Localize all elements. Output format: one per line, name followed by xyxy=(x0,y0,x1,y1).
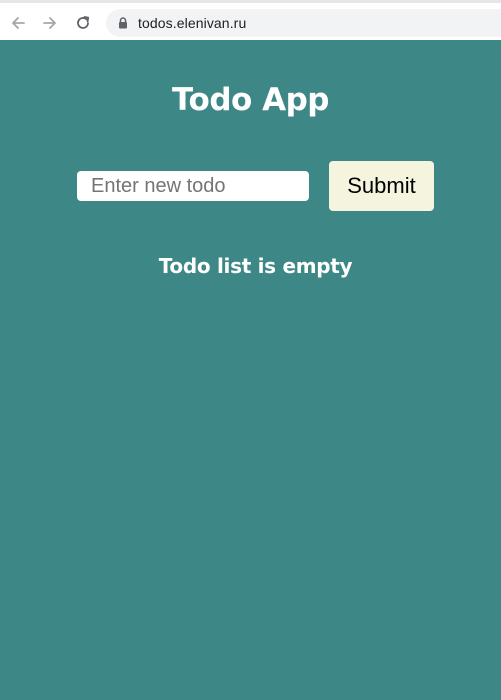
back-button[interactable] xyxy=(7,12,29,34)
arrow-right-icon xyxy=(43,17,56,29)
reload-button[interactable] xyxy=(72,12,94,34)
address-url: todos.elenivan.ru xyxy=(138,15,247,31)
arrow-left-icon xyxy=(12,17,25,29)
lock-icon xyxy=(118,17,128,29)
submit-button[interactable]: Submit xyxy=(329,161,434,211)
browser-toolbar: todos.elenivan.ru xyxy=(0,0,501,40)
page-title: Todo App xyxy=(172,82,329,118)
reload-icon xyxy=(77,16,90,29)
address-bar[interactable]: todos.elenivan.ru xyxy=(106,9,501,37)
forward-button[interactable] xyxy=(39,12,61,34)
new-todo-input[interactable] xyxy=(77,171,309,201)
empty-list-message: Todo list is empty xyxy=(158,254,353,278)
